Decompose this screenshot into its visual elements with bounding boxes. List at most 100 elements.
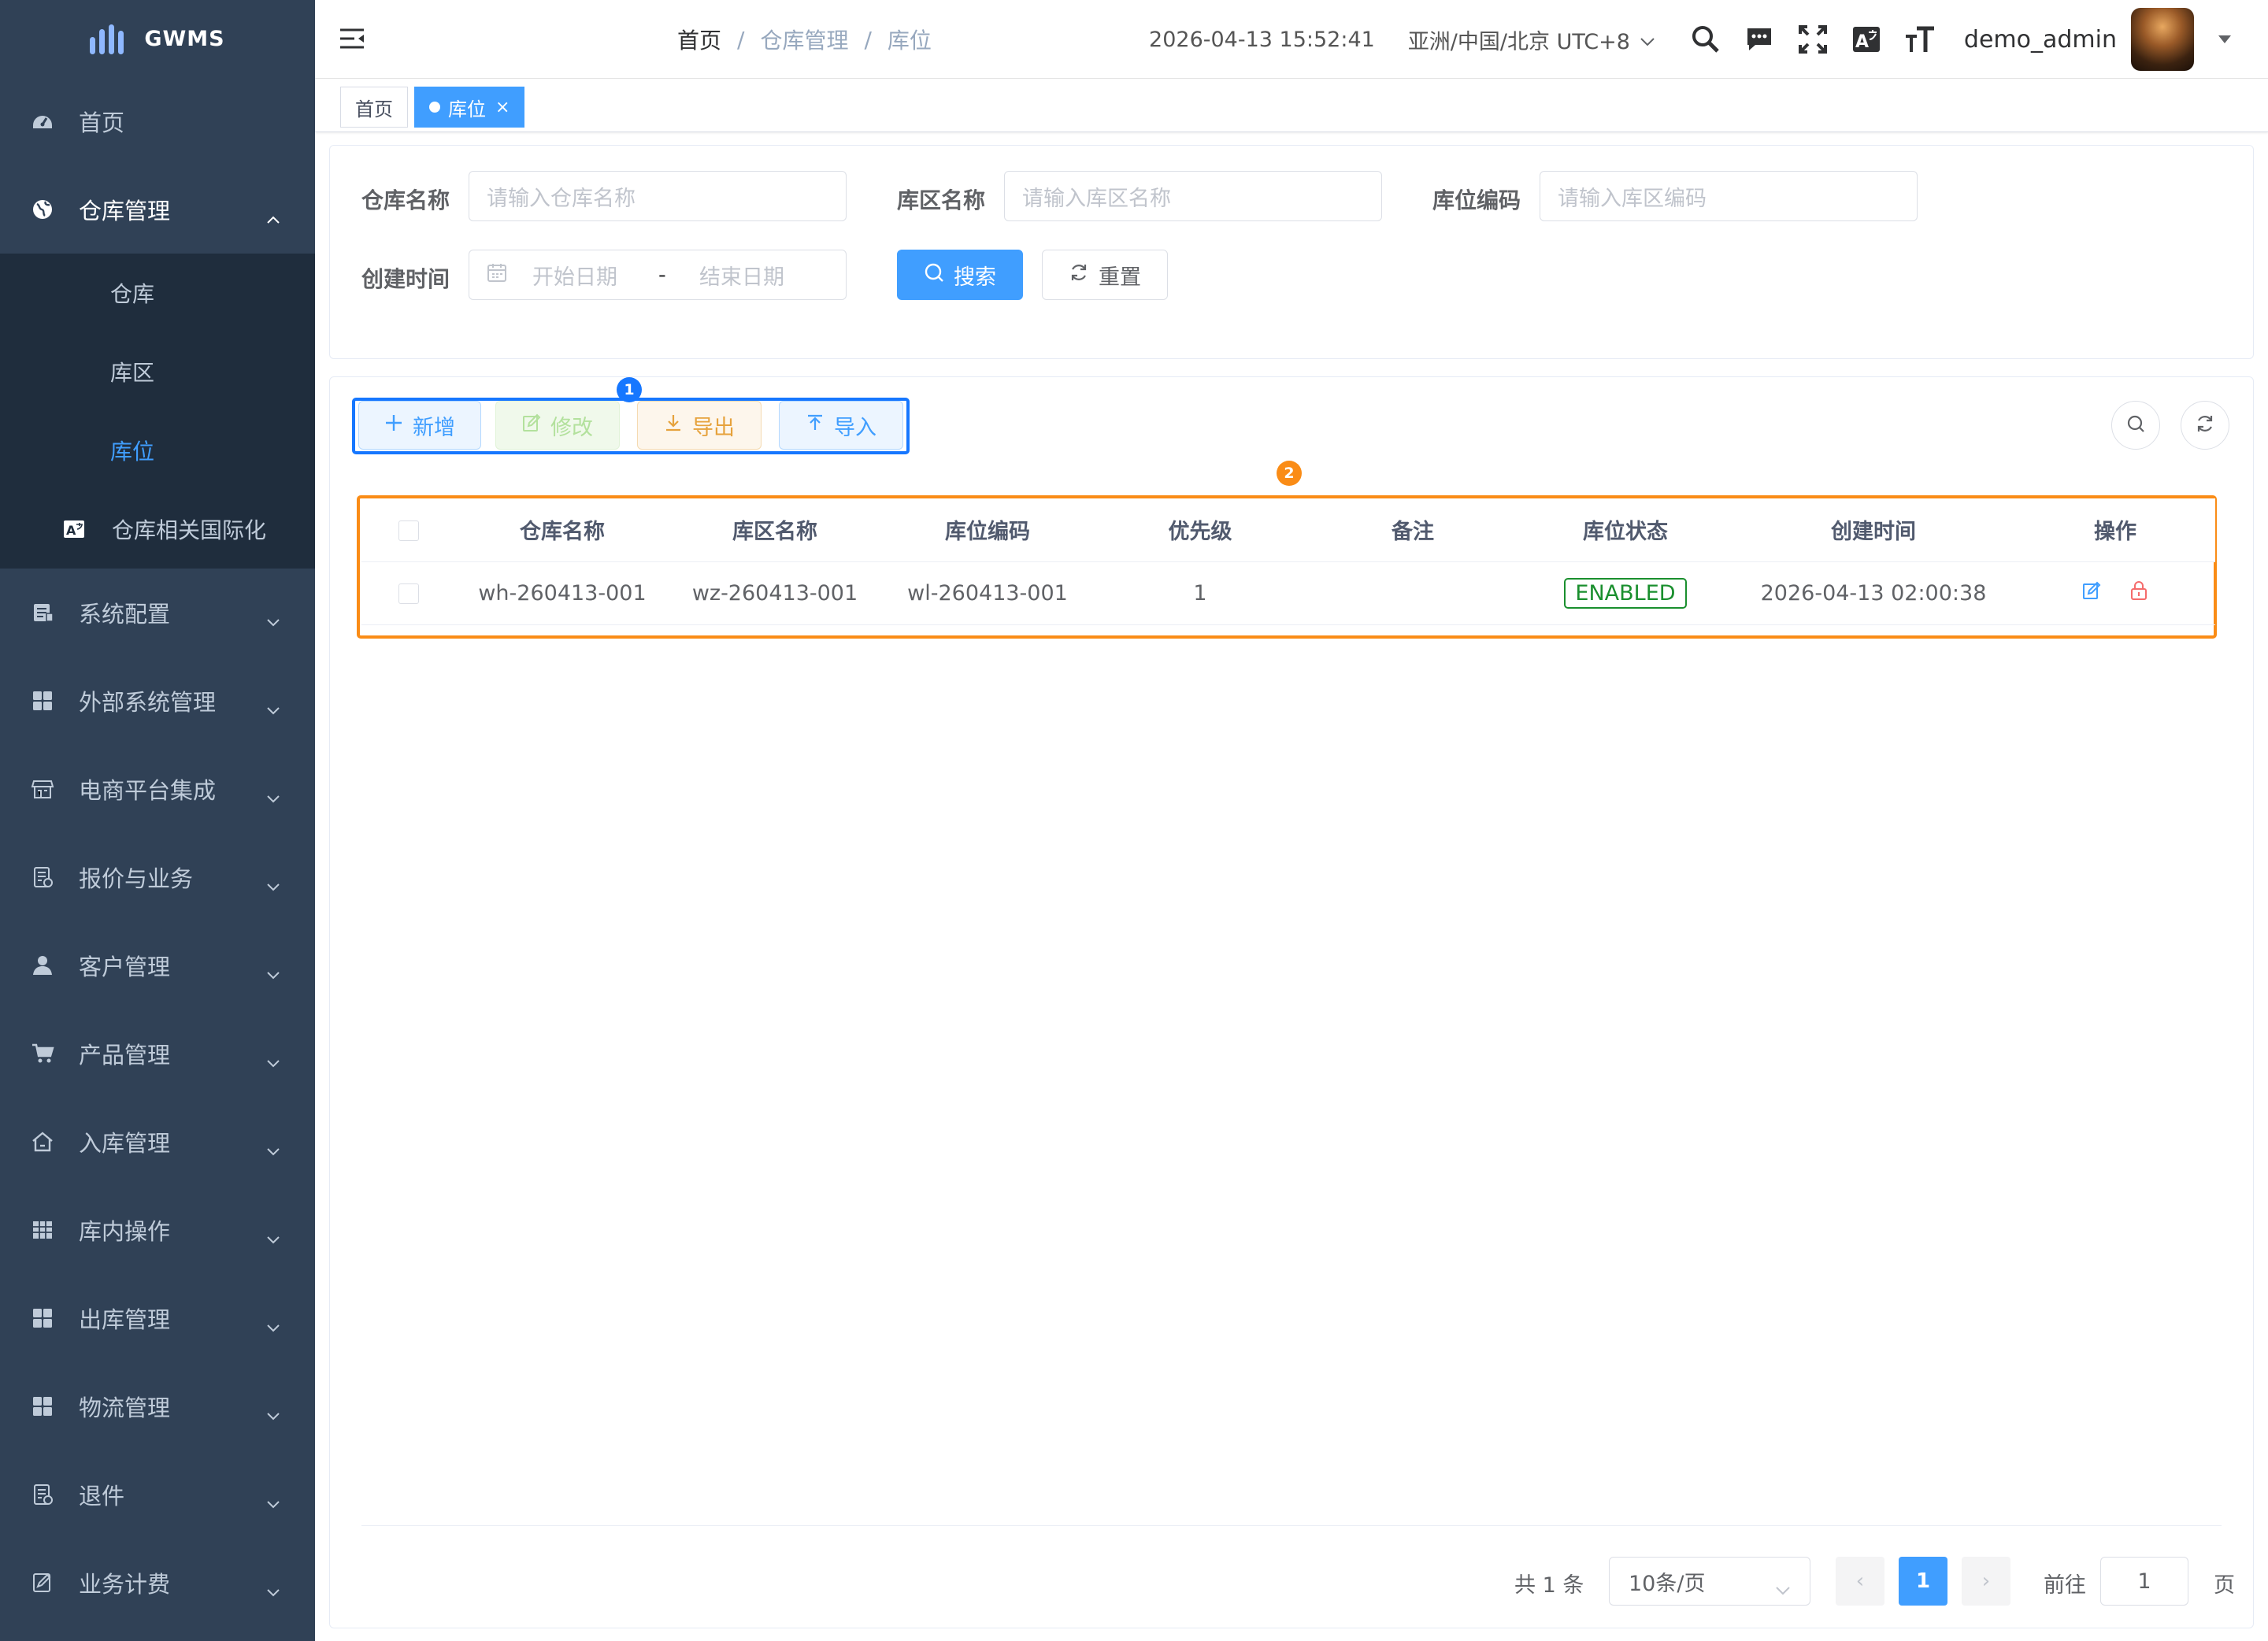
reset-button-label: 重置: [1099, 265, 1141, 290]
sidebar-item-logistics[interactable]: 物流管理: [0, 1362, 315, 1450]
location-code-label: 库位编码: [1432, 187, 1521, 213]
timezone-selector[interactable]: 亚洲/中国/北京 UTC+8: [1408, 24, 1655, 55]
chevron-down-icon: [266, 1224, 280, 1250]
edit-button-label: 修改: [550, 415, 593, 440]
sidebar-item-in-warehouse[interactable]: 库内操作: [0, 1186, 315, 1274]
export-button-label: 导出: [692, 415, 735, 440]
edit-icon[interactable]: [2082, 581, 2101, 606]
select-all-checkbox[interactable]: [361, 498, 456, 562]
username[interactable]: demo_admin: [1964, 26, 2117, 54]
sidebar-item-external-system[interactable]: 外部系统管理: [0, 657, 315, 745]
sidebar-item-label: 仓库相关国际化: [112, 517, 267, 543]
chevron-down-icon: [266, 959, 280, 986]
table-icon: [30, 1217, 55, 1243]
zone-name-placeholder: 请输入库区名称: [1022, 186, 1171, 211]
cell-zone-name: wz-260413-001: [669, 561, 881, 625]
sidebar-item-warehouse[interactable]: 仓库: [0, 254, 315, 332]
search-icon: [924, 262, 944, 288]
annotation-marker-1: 1: [617, 377, 642, 402]
search-icon[interactable]: [1690, 24, 1721, 55]
sidebar-item-label: 退件: [79, 1483, 125, 1509]
tag-label: 首页: [355, 98, 393, 120]
warehouse-name-label: 仓库名称: [361, 187, 450, 213]
lock-icon[interactable]: [2129, 580, 2148, 606]
chevron-down-icon: [266, 1400, 280, 1427]
tag-home[interactable]: 首页: [340, 87, 408, 128]
column-header: 操作: [2015, 498, 2215, 562]
search-button[interactable]: 搜索: [897, 250, 1023, 300]
current-datetime: 2026-04-13 15:52:41: [1149, 27, 1375, 52]
reset-button[interactable]: 重置: [1042, 250, 1168, 300]
end-date-placeholder: 结束日期: [699, 265, 784, 290]
next-page-button[interactable]: ›: [1962, 1557, 2010, 1606]
chevron-down-icon: [266, 1488, 280, 1515]
sidebar-item-label: 业务计费: [79, 1571, 171, 1598]
sidebar-item-outbound[interactable]: 出库管理: [0, 1274, 315, 1362]
created-date-range[interactable]: 开始日期 - 结束日期: [469, 250, 847, 300]
home-icon: [30, 1129, 55, 1154]
location-code-input[interactable]: 请输入库区编码: [1540, 171, 1918, 221]
tag-label: 库位: [448, 98, 486, 120]
hamburger-icon[interactable]: [339, 27, 365, 54]
sidebar-item-returns[interactable]: 退件: [0, 1450, 315, 1539]
message-icon[interactable]: [1744, 24, 1775, 55]
cell-remark: [1306, 561, 1519, 625]
edit-button[interactable]: 修改: [495, 401, 620, 450]
chevron-down-icon: [266, 1312, 280, 1339]
fullscreen-icon[interactable]: [1797, 24, 1829, 55]
chevron-up-icon: [266, 203, 280, 230]
active-dot-icon: [429, 102, 440, 113]
caret-down-icon[interactable]: [2218, 32, 2232, 47]
sidebar-item-ecommerce[interactable]: 电商平台集成: [0, 745, 315, 833]
translate-icon[interactable]: A: [1851, 24, 1882, 55]
column-header: 库区名称: [669, 498, 881, 562]
sidebar-item-label: 产品管理: [79, 1042, 171, 1069]
prev-page-button[interactable]: ‹: [1836, 1557, 1884, 1606]
zone-name-input[interactable]: 请输入库区名称: [1004, 171, 1382, 221]
sidebar-item-warehouse-management[interactable]: 仓库管理: [0, 165, 315, 254]
add-button[interactable]: 新增: [358, 401, 481, 450]
sidebar-item-system-config[interactable]: 系统配置: [0, 569, 315, 657]
sidebar-item-zone[interactable]: 库区: [0, 332, 315, 411]
sidebar-item-customer[interactable]: 客户管理: [0, 921, 315, 1009]
row-checkbox[interactable]: [361, 561, 456, 625]
cell-actions: [2015, 561, 2215, 625]
sidebar-item-location[interactable]: 库位: [0, 411, 315, 490]
page-number-current[interactable]: 1: [1899, 1557, 1947, 1606]
location-table: 仓库名称 库区名称 库位编码 优先级 备注 库位状态 创建时间 操作 wh-26…: [361, 498, 2215, 625]
status-badge: ENABLED: [1564, 577, 1687, 609]
grid-icon: [30, 1394, 55, 1419]
import-button[interactable]: 导入: [779, 401, 903, 450]
close-icon[interactable]: ×: [495, 98, 510, 117]
timezone-label: 亚洲/中国/北京 UTC+8: [1407, 29, 1630, 54]
sidebar-item-label: 报价与业务: [79, 865, 194, 892]
sidebar-item-inbound[interactable]: 入库管理: [0, 1098, 315, 1186]
sidebar-item-quote[interactable]: 报价与业务: [0, 833, 315, 921]
sidebar-item-product[interactable]: 产品管理: [0, 1009, 315, 1098]
cell-location-code: wl-260413-001: [881, 561, 1094, 625]
export-button[interactable]: 导出: [637, 401, 762, 450]
cart-icon: [30, 1041, 55, 1066]
sidebar-item-home[interactable]: 首页: [0, 77, 315, 165]
app-name: GWMS: [144, 26, 225, 51]
chevron-down-icon: [266, 1576, 280, 1603]
toggle-search-button[interactable]: [2111, 401, 2160, 450]
sidebar-item-label: 物流管理: [79, 1395, 171, 1421]
download-icon: [664, 413, 683, 438]
avatar[interactable]: [2131, 8, 2194, 71]
sidebar-item-warehouse-i18n[interactable]: A 仓库相关国际化: [0, 490, 315, 569]
search-button-label: 搜索: [954, 265, 996, 290]
sidebar-item-billing[interactable]: 业务计费: [0, 1539, 315, 1627]
refresh-table-button[interactable]: [2181, 401, 2229, 450]
edit-doc-icon: [30, 1570, 55, 1595]
warehouse-name-input[interactable]: 请输入仓库名称: [469, 171, 847, 221]
tag-location[interactable]: 库位 ×: [414, 87, 525, 128]
breadcrumb-home[interactable]: 首页: [677, 24, 721, 55]
dashboard-icon: [30, 109, 55, 134]
pagination-divider: [361, 1525, 2222, 1526]
goto-page-input[interactable]: 1: [2100, 1557, 2188, 1606]
page-size-select[interactable]: 10条/页: [1609, 1557, 1810, 1606]
sidebar-item-label: 客户管理: [79, 954, 171, 980]
font-size-icon[interactable]: [1904, 24, 1936, 55]
logo[interactable]: GWMS: [0, 0, 315, 77]
